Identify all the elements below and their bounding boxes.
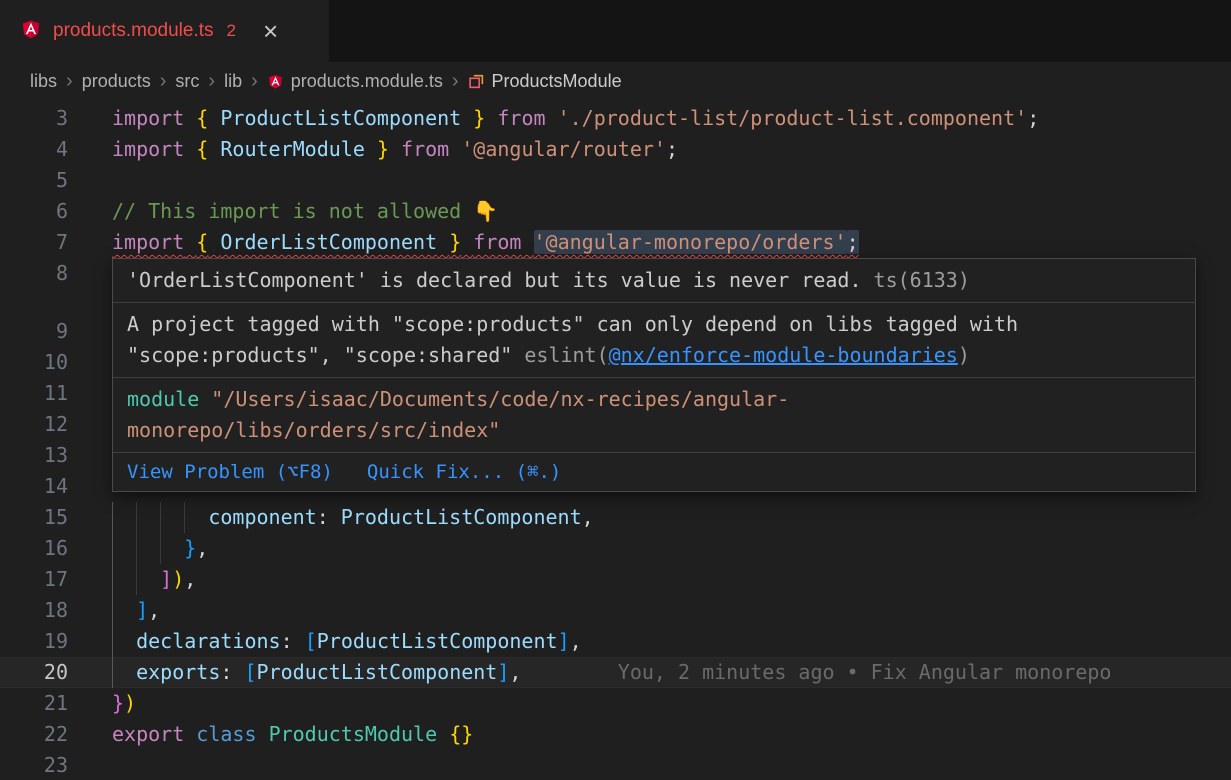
code-text: exports: [ProductListComponent],You, 2 m…: [112, 657, 1231, 688]
code-line-18[interactable]: 18 ],: [0, 595, 1231, 626]
eslint-message-line1: A project tagged with "scope:products" c…: [127, 309, 1181, 340]
eslint-rule-link[interactable]: @nx/enforce-module-boundaries: [609, 343, 958, 367]
line-number: 17: [0, 564, 68, 595]
code-text: declarations: [ProductListComponent],: [112, 626, 1231, 657]
indent-guide: [184, 502, 185, 533]
module-keyword: module: [127, 387, 199, 411]
line-number: 12: [0, 409, 68, 440]
hover-actions: View Problem (⌥F8) Quick Fix... (⌘.): [113, 452, 1195, 491]
indent-guide: [112, 595, 113, 626]
code-text: // This import is not allowed 👇: [112, 196, 1231, 227]
breadcrumb-item-libs[interactable]: libs: [30, 71, 57, 92]
line-number: 20: [0, 657, 68, 688]
line-number: 21: [0, 688, 68, 719]
line-number: 13: [0, 440, 68, 471]
hover-module-info: module "/Users/isaac/Documents/code/nx-r…: [113, 377, 1195, 452]
line-number: 9: [0, 316, 68, 347]
close-icon[interactable]: ×: [263, 18, 278, 44]
module-icon: [468, 73, 485, 90]
code-text: [112, 165, 1231, 196]
line-number: 22: [0, 719, 68, 750]
view-problem-action[interactable]: View Problem (⌥F8): [127, 458, 333, 486]
tab-products-module[interactable]: products.module.ts 2 ×: [0, 0, 330, 62]
line-number: 11: [0, 378, 68, 409]
line-number: 4: [0, 134, 68, 165]
code-text: component: ProductListComponent,: [112, 502, 1231, 533]
code-text: export class ProductsModule {}: [112, 719, 1231, 750]
code-line-3[interactable]: 3 import { ProductListComponent } from '.…: [0, 103, 1231, 134]
code-text: [112, 750, 1231, 780]
breadcrumb-separator-icon: ›: [66, 70, 73, 93]
line-number: 5: [0, 165, 68, 196]
ts-diagnostic-source: ts(6133): [862, 268, 970, 292]
quick-fix-action[interactable]: Quick Fix... (⌘.): [367, 458, 561, 486]
breadcrumb-item-products[interactable]: products: [82, 71, 151, 92]
line-number: 18: [0, 595, 68, 626]
tab-bar: products.module.ts 2 ×: [0, 0, 1231, 62]
breadcrumb-item-lib[interactable]: lib: [224, 71, 242, 92]
code-line-21[interactable]: 21}): [0, 688, 1231, 719]
code-line-22[interactable]: 22 export class ProductsModule {}: [0, 719, 1231, 750]
indent-guide: [136, 564, 137, 595]
code-line-5[interactable]: 5: [0, 165, 1231, 196]
line-number: 16: [0, 533, 68, 564]
indent-guide: [112, 533, 113, 564]
breadcrumb-separator-icon: ›: [452, 70, 459, 93]
hover-eslint-diagnostic: A project tagged with "scope:products" c…: [113, 302, 1195, 377]
breadcrumb-separator-icon: ›: [208, 70, 215, 93]
indent-guide: [160, 502, 161, 533]
indent-guide: [136, 533, 137, 564]
indent-guide: [112, 564, 113, 595]
code-line-15[interactable]: 15 component: ProductListComponent,: [0, 502, 1231, 533]
breadcrumb-item-productsmodule[interactable]: ProductsModule: [468, 71, 622, 92]
line-number: 15: [0, 502, 68, 533]
eslint-message-line2: "scope:products", "scope:shared" eslint(…: [127, 340, 1181, 371]
angular-icon: [267, 73, 284, 90]
indent-guide: [160, 533, 161, 564]
code-line-17[interactable]: 17 ]),: [0, 564, 1231, 595]
code-editor[interactable]: 3 import { ProductListComponent } from '.…: [0, 100, 1231, 780]
ts-diagnostic-message: 'OrderListComponent' is declared but its…: [127, 268, 862, 292]
line-number: 19: [0, 626, 68, 657]
hover-ts-diagnostic: 'OrderListComponent' is declared but its…: [113, 259, 1195, 302]
git-blame-annotation: You, 2 minutes ago • Fix Angular monorep…: [618, 660, 1112, 684]
code-line-20[interactable]: 20 exports: [ProductListComponent],You, …: [0, 657, 1231, 688]
error-count-badge: 2: [227, 21, 236, 41]
breadcrumb-item-src[interactable]: src: [175, 71, 199, 92]
hover-popup: 'OrderListComponent' is declared but its…: [112, 258, 1196, 492]
breadcrumb: libs › products › src › lib › products.module.ts…: [0, 62, 1231, 100]
indent-guide: [136, 502, 137, 533]
indent-guide: [112, 626, 113, 657]
code-text: import { OrderListComponent } from '@ang…: [112, 227, 1231, 258]
code-text: }): [112, 688, 1231, 719]
code-text: import { RouterModule } from '@angular/r…: [112, 134, 1231, 165]
vscode-window: products.module.ts 2 × libs › products › src…: [0, 0, 1231, 780]
indent-guide: [112, 657, 113, 688]
code-line-16[interactable]: 16 },: [0, 533, 1231, 564]
line-number: 3: [0, 103, 68, 134]
breadcrumb-separator-icon: ›: [160, 70, 167, 93]
line-number: 6: [0, 196, 68, 227]
tab-title: products.module.ts: [53, 20, 214, 42]
line-number: 8: [0, 258, 68, 289]
code-line-4[interactable]: 4 import { RouterModule } from '@angular/…: [0, 134, 1231, 165]
code-text: ],: [112, 595, 1231, 626]
code-line-6[interactable]: 6 // This import is not allowed 👇: [0, 196, 1231, 227]
code-text: },: [112, 533, 1231, 564]
breadcrumb-item-products-module-ts[interactable]: products.module.ts: [267, 71, 443, 92]
line-number: 14: [0, 471, 68, 502]
code-line-7[interactable]: 7 import { OrderListComponent } from '@an…: [0, 227, 1231, 258]
code-line-19[interactable]: 19 declarations: [ProductListComponent],: [0, 626, 1231, 657]
breadcrumb-separator-icon: ›: [251, 70, 258, 93]
code-text: import { ProductListComponent } from './…: [112, 103, 1231, 134]
angular-icon: [20, 18, 42, 45]
code-text: ]),: [112, 564, 1231, 595]
indent-guide: [112, 502, 113, 533]
line-number: 23: [0, 750, 68, 780]
line-number: 10: [0, 347, 68, 378]
line-number: 7: [0, 227, 68, 258]
code-line-23[interactable]: 23: [0, 750, 1231, 780]
